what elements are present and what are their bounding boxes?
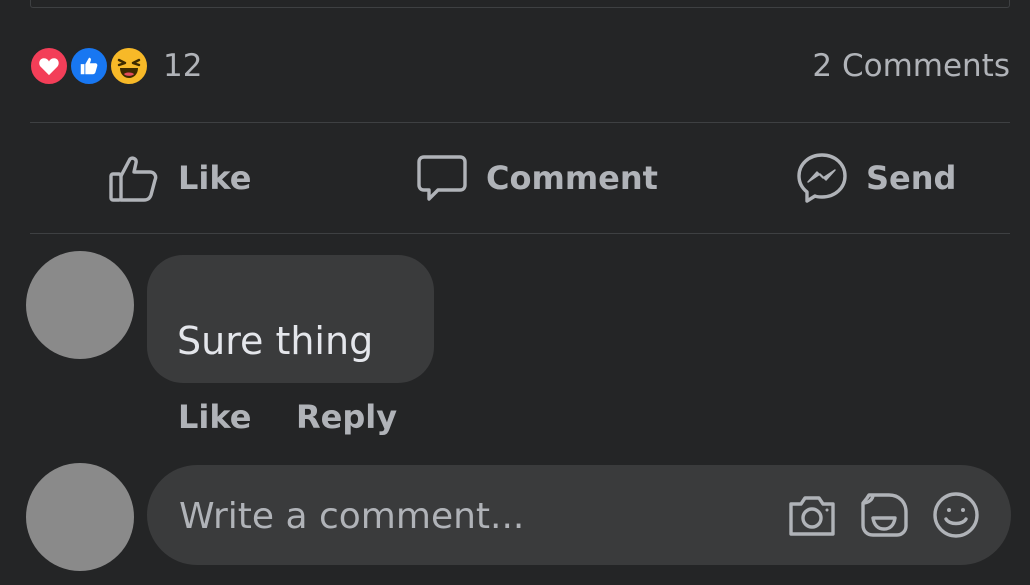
speech-bubble-icon: [417, 155, 467, 201]
post-action-bar: Like Comment Send: [30, 123, 1010, 233]
like-button[interactable]: Like: [108, 151, 251, 205]
camera-icon[interactable]: [787, 490, 837, 540]
thumbs-up-icon: [109, 156, 158, 202]
comment-bubble[interactable]: Sure thing: [147, 255, 434, 383]
commenter-avatar[interactable]: [26, 251, 134, 359]
like-label: Like: [178, 159, 252, 197]
comment-button[interactable]: Comment: [416, 151, 658, 205]
comment-text: Sure thing: [177, 319, 374, 363]
comment-composer[interactable]: [147, 465, 1011, 565]
send-button[interactable]: Send: [796, 151, 956, 205]
comment-label: Comment: [486, 159, 658, 197]
comment-input[interactable]: [177, 487, 761, 545]
comment-reply-button[interactable]: Reply: [296, 398, 397, 436]
reaction-icons[interactable]: [28, 45, 158, 87]
love-icon: [28, 45, 70, 87]
post-content-frame: [30, 0, 1010, 8]
messenger-icon: [797, 153, 847, 203]
current-user-avatar[interactable]: [26, 463, 134, 571]
send-label: Send: [866, 159, 957, 197]
comments-count-link[interactable]: 2 Comments: [812, 48, 1010, 84]
haha-icon: [108, 45, 150, 87]
reaction-count[interactable]: 12: [163, 48, 202, 84]
emoji-icon[interactable]: [931, 490, 981, 540]
like-icon: [68, 45, 110, 87]
reactions-summary[interactable]: 12 2 Comments: [28, 40, 1010, 92]
comment-like-button[interactable]: Like: [178, 398, 251, 436]
gif-sticker-icon[interactable]: [859, 490, 909, 540]
divider: [30, 233, 1010, 234]
